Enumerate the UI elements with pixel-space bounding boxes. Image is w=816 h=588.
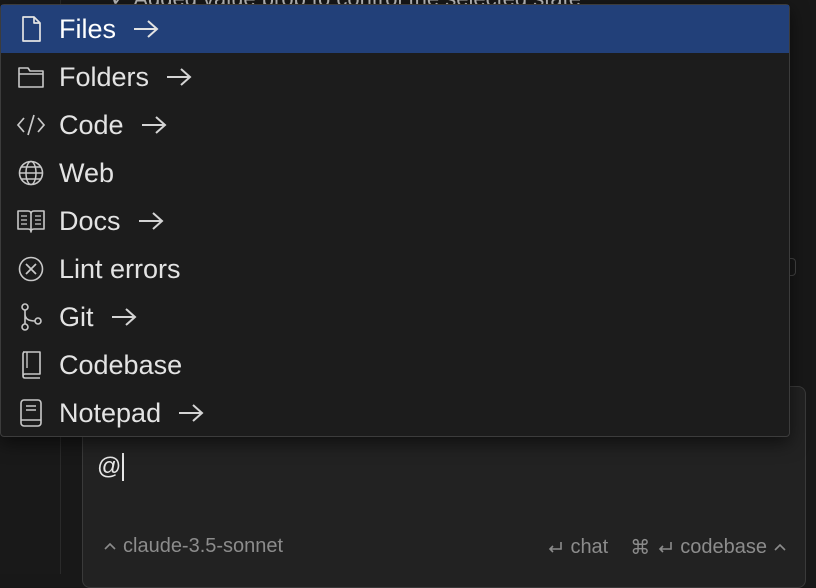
menu-item-folders[interactable]: Folders	[1, 53, 789, 101]
background-scroll-marker	[790, 258, 796, 276]
menu-item-label: Lint errors	[59, 253, 181, 284]
text-caret	[122, 453, 125, 481]
file-icon	[15, 13, 47, 45]
notepad-icon	[15, 397, 47, 429]
chat-label: chat	[570, 536, 609, 558]
arrow-right-icon	[137, 209, 165, 233]
menu-item-label: Web	[59, 157, 115, 188]
codebase-icon	[15, 349, 47, 381]
arrow-right-icon	[140, 113, 168, 137]
code-icon	[15, 109, 47, 141]
enter-key-icon	[659, 541, 673, 553]
arrow-right-icon	[110, 305, 138, 329]
chat-input-value: @	[97, 453, 122, 480]
globe-icon	[15, 157, 47, 189]
model-selector[interactable]: claude-3.5-sonnet	[103, 535, 283, 558]
arrow-right-icon	[177, 401, 205, 425]
chat-submit-button[interactable]: chat	[546, 536, 608, 559]
menu-item-label: Files	[59, 13, 117, 44]
menu-item-lint-errors[interactable]: Lint errors	[1, 245, 789, 293]
menu-item-label: Docs	[59, 205, 121, 236]
folder-icon	[15, 61, 47, 93]
arrow-right-icon	[132, 17, 160, 41]
menu-item-files[interactable]: Files	[1, 5, 789, 53]
git-branch-icon	[15, 301, 47, 333]
book-icon	[15, 205, 47, 237]
menu-item-code[interactable]: Code	[1, 101, 789, 149]
error-circle-icon	[15, 253, 47, 285]
model-label: claude-3.5-sonnet	[123, 535, 284, 557]
menu-item-label: Notepad	[59, 397, 162, 428]
chat-input[interactable]: @	[97, 453, 125, 481]
menu-item-label: Git	[59, 301, 94, 332]
chevron-up-icon	[104, 542, 116, 550]
codebase-submit-button[interactable]: ⌘ codebase	[630, 535, 787, 560]
enter-key-icon	[549, 541, 563, 553]
menu-item-label: Code	[59, 109, 124, 140]
arrow-right-icon	[165, 65, 193, 89]
menu-item-git[interactable]: Git	[1, 293, 789, 341]
mention-menu: Files Folders Code Web Docs Lint errors …	[0, 4, 790, 437]
menu-item-web[interactable]: Web	[1, 149, 789, 197]
command-key-icon: ⌘	[630, 537, 651, 559]
menu-item-label: Folders	[59, 61, 150, 92]
codebase-label: codebase	[680, 536, 767, 558]
chevron-up-icon	[774, 543, 786, 551]
menu-item-docs[interactable]: Docs	[1, 197, 789, 245]
menu-item-codebase[interactable]: Codebase	[1, 341, 789, 389]
menu-item-label: Codebase	[59, 349, 183, 380]
menu-item-notepad[interactable]: Notepad	[1, 389, 789, 437]
